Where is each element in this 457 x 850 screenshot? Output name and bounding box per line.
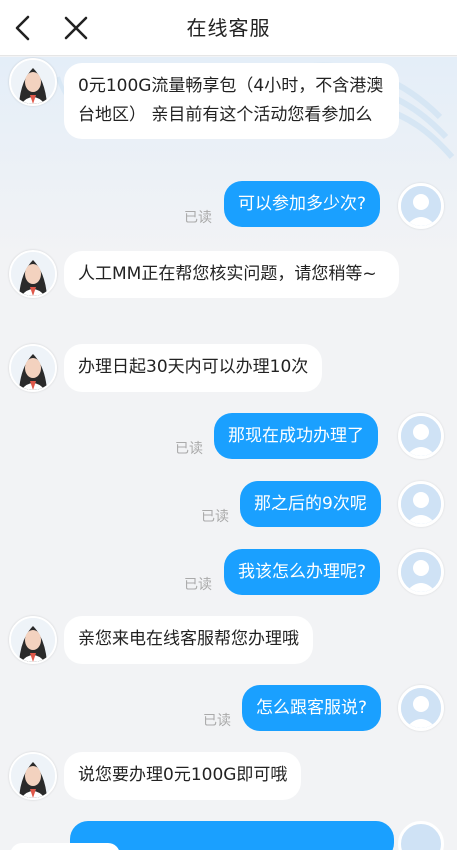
agent-avatar[interactable] — [9, 344, 57, 392]
user-avatar[interactable] — [398, 481, 444, 527]
user-avatar[interactable] — [398, 685, 444, 731]
user-avatar[interactable] — [398, 821, 444, 850]
user-avatar[interactable] — [398, 413, 444, 459]
chat-area[interactable]: 0元100G流量畅享包（4小时，不含港澳台地区） 亲目前有这个活动您看参加么 已… — [0, 57, 457, 850]
incoming-message-partial — [10, 843, 120, 850]
outgoing-message: 那之后的9次呢 — [240, 481, 381, 527]
agent-avatar[interactable] — [9, 616, 57, 664]
outgoing-message: 怎么跟客服说? — [242, 685, 382, 731]
user-avatar[interactable] — [398, 183, 444, 229]
read-receipt: 已读 — [184, 577, 212, 593]
agent-avatar[interactable] — [9, 250, 57, 298]
outgoing-message: 我该怎么办理呢? — [224, 549, 381, 595]
incoming-message: 说您要办理0元100G即可哦 — [64, 752, 302, 800]
incoming-message: 人工MM正在帮您核实问题，请您稍等~ — [64, 251, 399, 298]
read-receipt: 已读 — [201, 509, 229, 525]
incoming-message: 亲您来电在线客服帮您办理哦 — [64, 616, 313, 664]
page-title: 在线客服 — [186, 16, 271, 40]
outgoing-message-partial — [70, 821, 394, 850]
read-receipt: 已读 — [203, 713, 231, 729]
user-avatar[interactable] — [398, 549, 444, 595]
read-receipt: 已读 — [175, 441, 203, 457]
outgoing-message: 那现在成功办理了 — [214, 413, 378, 459]
agent-avatar[interactable] — [9, 752, 57, 800]
agent-avatar[interactable] — [9, 58, 57, 106]
read-receipt: 已读 — [184, 210, 212, 226]
incoming-message: 办理日起30天内可以办理10次 — [64, 344, 323, 392]
outgoing-message: 可以参加多少次? — [224, 181, 381, 227]
header-bar: 在线客服 — [0, 0, 457, 56]
incoming-message: 0元100G流量畅享包（4小时，不含港澳台地区） 亲目前有这个活动您看参加么 — [64, 63, 399, 139]
